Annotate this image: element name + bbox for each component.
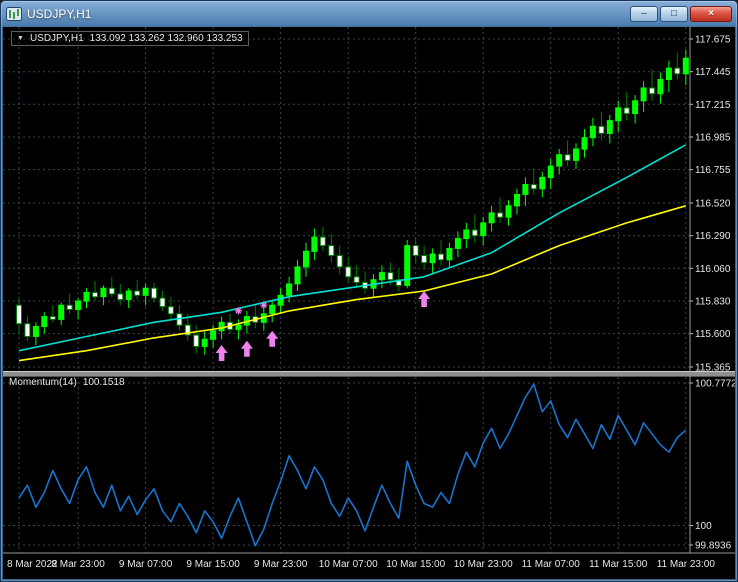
momentum-gridlines <box>3 382 690 546</box>
indicator-tick-label: 100.7772 <box>695 379 735 390</box>
price-tick-label: 117.445 <box>695 67 731 78</box>
time-tick-label: 11 Mar 15:00 <box>589 559 648 570</box>
chart-window: USDJPY,H1 – □ × 117.675 117.445 117.215 116… <box>0 0 738 582</box>
time-axis[interactable]: 8 Mar 20228 Mar 23:00 9 Mar 07:00 9 Mar 15… <box>7 559 715 570</box>
vertical-gridlines <box>18 27 687 553</box>
price-tick-label: 116.290 <box>695 231 731 242</box>
price-gridlines <box>3 38 690 368</box>
ma-slow-line <box>18 205 687 362</box>
time-tick-label: 9 Mar 23:00 <box>254 559 308 570</box>
time-tick-label: 9 Mar 07:00 <box>119 559 173 570</box>
price-axis[interactable]: 117.675 117.445 117.215 116.985 116.755 116.5… <box>690 35 735 552</box>
time-tick-label: 10 Mar 15:00 <box>386 559 445 570</box>
up-arrow-icon <box>215 345 228 361</box>
indicator-value: 100.1518 <box>82 377 125 388</box>
close-icon: × <box>708 7 714 19</box>
maximize-icon: □ <box>670 7 678 19</box>
minimize-icon: – <box>641 7 647 19</box>
price-tick-label: 117.675 <box>695 35 731 46</box>
chart-app-icon <box>6 6 22 21</box>
price-tick-label: 116.755 <box>695 165 731 176</box>
price-tick-label: 116.520 <box>695 199 731 210</box>
one-click-trading-icon[interactable]: ▼ <box>17 32 24 45</box>
price-tick-label: 115.365 <box>695 363 731 374</box>
window-titlebar[interactable]: USDJPY,H1 – □ × <box>1 1 737 26</box>
minimize-button[interactable]: – <box>630 5 658 22</box>
momentum-line <box>18 383 687 547</box>
time-tick-label: 11 Mar 23:00 <box>657 559 716 570</box>
chart-client-area[interactable]: 117.675 117.445 117.215 116.985 116.755 116.5… <box>3 27 735 579</box>
up-arrow-icon <box>418 291 431 307</box>
time-tick-label: 8 Mar 2022 <box>7 559 58 570</box>
close-button[interactable]: × <box>690 5 732 22</box>
price-tick-label: 116.985 <box>695 133 731 144</box>
time-tick-label: 11 Mar 07:00 <box>522 559 581 570</box>
time-tick-label: 10 Mar 07:00 <box>319 559 378 570</box>
up-arrow-icon <box>240 340 253 357</box>
maximize-button[interactable]: □ <box>660 5 688 22</box>
symbol-info-bar: ▼ USDJPY,H1 133.092 133.262 132.960 133.… <box>11 31 249 46</box>
price-tick-label: 116.060 <box>695 264 731 275</box>
time-tick-label: 10 Mar 23:00 <box>454 559 513 570</box>
price-tick-label: 115.830 <box>695 297 731 308</box>
ohlc-values: 133.092 133.262 132.960 133.253 <box>89 33 243 44</box>
time-tick-label: 8 Mar 23:00 <box>51 559 105 570</box>
price-tick-label: 115.600 <box>695 329 731 340</box>
window-title: USDJPY,H1 <box>27 6 92 21</box>
chart-canvas[interactable]: 117.675 117.445 117.215 116.985 116.755 116.5… <box>3 27 735 580</box>
time-tick-label: 9 Mar 15:00 <box>186 559 240 570</box>
indicator-tick-label: 99.8936 <box>695 541 732 552</box>
buy-signal-arrows <box>215 291 431 361</box>
candlesticks <box>16 49 689 355</box>
symbol-period-label: USDJPY,H1 <box>29 33 84 44</box>
price-tick-label: 117.215 <box>695 100 731 111</box>
window-controls: – □ × <box>630 5 732 22</box>
indicator-label: Momentum(14) 100.1518 <box>9 377 125 388</box>
indicator-tick-label: 100 <box>695 521 712 532</box>
indicator-name: Momentum(14) <box>9 377 77 388</box>
ma-fast-line <box>18 144 687 352</box>
